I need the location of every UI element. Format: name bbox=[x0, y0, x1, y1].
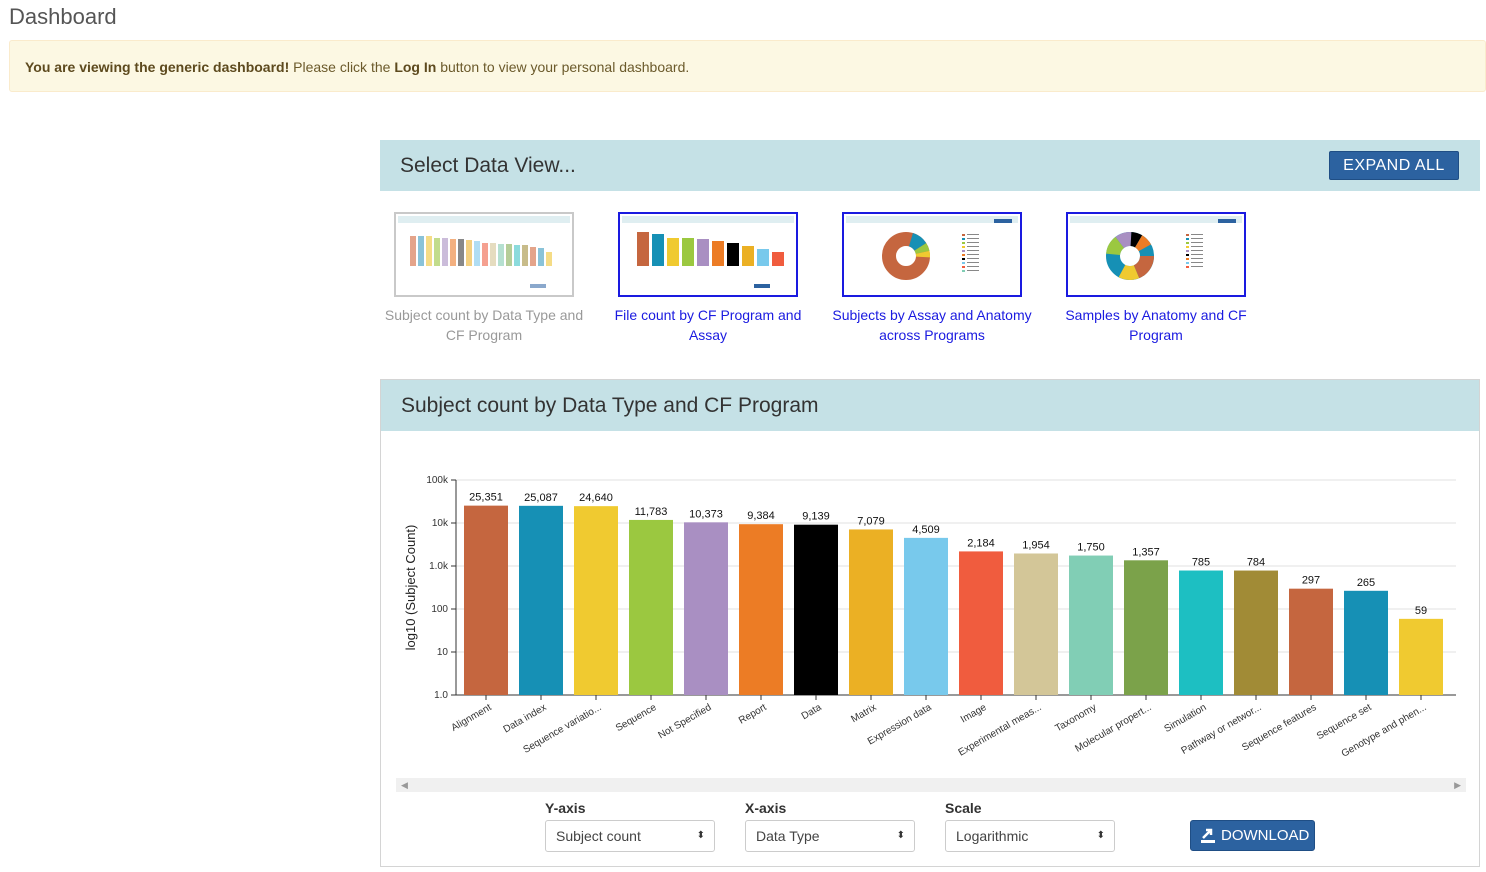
subject-count-bar-chart: 1.0 10 100 1.0k 10k 100k log10 (Subject Count)… bbox=[403, 475, 1456, 760]
bar bbox=[629, 519, 673, 695]
bar bbox=[959, 551, 1003, 695]
select-caret-icon: ⬍ bbox=[696, 830, 705, 841]
xaxis-select-value: Data Type bbox=[756, 828, 820, 844]
bar bbox=[1014, 553, 1058, 695]
x-tick-label: Data index bbox=[502, 702, 549, 735]
scale-select[interactable]: Logarithmic ⬍ bbox=[945, 820, 1115, 852]
data-label: 4,509 bbox=[912, 524, 940, 536]
thumbnail-label[interactable]: File count by CF Program and Assay bbox=[596, 305, 820, 345]
alert-login-text: Log In bbox=[394, 59, 437, 75]
chart-horizontal-scrollbar[interactable]: ◀ ▶ bbox=[396, 778, 1466, 792]
bar bbox=[1124, 560, 1168, 695]
data-label: 297 bbox=[1302, 575, 1320, 587]
xaxis-label: X-axis bbox=[745, 800, 787, 816]
data-label: 1,357 bbox=[1132, 546, 1160, 558]
bar bbox=[739, 524, 783, 695]
x-tick-label: Image bbox=[959, 702, 989, 726]
scale-select-value: Logarithmic bbox=[956, 828, 1029, 844]
xaxis-select[interactable]: Data Type ⬍ bbox=[745, 820, 915, 852]
yaxis-select[interactable]: Subject count ⬍ bbox=[545, 820, 715, 852]
data-label: 2,184 bbox=[967, 537, 995, 549]
y-tick-label: 1.0k bbox=[429, 561, 449, 572]
data-label: 9,384 bbox=[747, 510, 775, 522]
data-label: 25,351 bbox=[469, 492, 503, 504]
yaxis-control: Y-axis Subject count ⬍ bbox=[545, 800, 715, 852]
y-tick-label: 1.0 bbox=[434, 690, 448, 701]
scroll-right-icon[interactable]: ▶ bbox=[1454, 778, 1461, 792]
bar bbox=[1344, 590, 1388, 695]
x-tick-label: Sequence bbox=[614, 702, 659, 734]
download-icon bbox=[1201, 828, 1215, 843]
download-label: DOWNLOAD bbox=[1221, 827, 1310, 844]
data-label: 11,783 bbox=[635, 506, 668, 518]
bar bbox=[1234, 570, 1278, 695]
x-tick-label: Taxonomy bbox=[1054, 702, 1099, 734]
thumbnail-subject-count[interactable] bbox=[394, 212, 574, 297]
select-caret-icon: ⬍ bbox=[896, 830, 905, 841]
bar bbox=[1179, 570, 1223, 695]
chart-panel: Subject count by Data Type and CF Progra… bbox=[380, 379, 1480, 867]
scroll-left-icon[interactable]: ◀ bbox=[401, 778, 408, 792]
generic-dashboard-alert: You are viewing the generic dashboard! P… bbox=[9, 40, 1486, 92]
bar bbox=[1069, 555, 1113, 695]
alert-strong-text: You are viewing the generic dashboard! bbox=[25, 59, 290, 75]
scale-label: Scale bbox=[945, 800, 982, 816]
alert-text-1: Please click the bbox=[289, 59, 395, 75]
bar bbox=[794, 524, 838, 695]
xaxis-control: X-axis Data Type ⬍ bbox=[745, 800, 915, 852]
thumbnail-assay-anatomy[interactable] bbox=[842, 212, 1022, 297]
bar bbox=[849, 529, 893, 695]
bar bbox=[684, 522, 728, 695]
y-axis-title: log10 (Subject Count) bbox=[403, 525, 418, 651]
data-label: 784 bbox=[1247, 557, 1265, 569]
y-tick-label: 10 bbox=[437, 647, 449, 658]
data-label: 1,750 bbox=[1077, 542, 1105, 554]
data-label: 7,079 bbox=[857, 515, 885, 527]
data-label: 10,373 bbox=[689, 508, 723, 520]
y-tick-label: 100k bbox=[426, 475, 449, 486]
data-view-option-subject-count[interactable]: Subject count by Data Type and CF Progra… bbox=[372, 212, 596, 345]
page-title: Dashboard bbox=[9, 4, 117, 29]
data-label: 25,087 bbox=[524, 492, 558, 504]
thumbnail-file-count[interactable] bbox=[618, 212, 798, 297]
x-tick-label: Simulation bbox=[1163, 702, 1209, 735]
data-label: 24,640 bbox=[579, 492, 613, 504]
x-tick-label: Data bbox=[800, 702, 824, 722]
x-tick-label: Report bbox=[737, 702, 769, 727]
bar bbox=[1399, 618, 1443, 695]
data-view-option-assay-anatomy[interactable]: Subjects by Assay and Anatomy across Pro… bbox=[820, 212, 1044, 345]
data-label: 785 bbox=[1192, 557, 1210, 569]
x-tick-label: Alignment bbox=[449, 702, 493, 734]
data-label: 1,954 bbox=[1022, 539, 1050, 551]
alert-text-2: button to view your personal dashboard. bbox=[436, 59, 690, 75]
y-tick-label: 10k bbox=[432, 518, 449, 529]
y-tick-label: 100 bbox=[431, 604, 448, 615]
thumbnail-label[interactable]: Subjects by Assay and Anatomy across Pro… bbox=[820, 305, 1044, 345]
scale-control: Scale Logarithmic ⬍ bbox=[945, 800, 1115, 852]
bar bbox=[904, 537, 948, 695]
bar bbox=[519, 505, 563, 695]
select-caret-icon: ⬍ bbox=[1096, 830, 1105, 841]
thumbnail-label[interactable]: Subject count by Data Type and CF Progra… bbox=[372, 305, 596, 345]
expand-all-button[interactable]: EXPAND ALL bbox=[1329, 151, 1459, 180]
yaxis-label: Y-axis bbox=[545, 800, 586, 816]
download-button[interactable]: DOWNLOAD bbox=[1190, 820, 1315, 851]
data-label: 9,139 bbox=[802, 511, 830, 523]
select-data-view-title: Select Data View... bbox=[400, 154, 576, 177]
data-view-option-file-count[interactable]: File count by CF Program and Assay bbox=[596, 212, 820, 345]
data-view-option-anatomy-program[interactable]: Samples by Anatomy and CF Program bbox=[1044, 212, 1268, 345]
x-tick-label: Not Specified bbox=[656, 702, 713, 741]
bar bbox=[574, 506, 618, 695]
bar bbox=[1289, 588, 1333, 695]
select-data-view-header: Select Data View... EXPAND ALL bbox=[380, 140, 1480, 191]
bar bbox=[464, 505, 508, 695]
data-label: 265 bbox=[1357, 577, 1375, 589]
data-label: 59 bbox=[1415, 605, 1427, 617]
yaxis-select-value: Subject count bbox=[556, 828, 641, 844]
thumbnail-anatomy-program[interactable] bbox=[1066, 212, 1246, 297]
x-tick-label: Matrix bbox=[849, 702, 878, 725]
thumbnail-label[interactable]: Samples by Anatomy and CF Program bbox=[1044, 305, 1268, 345]
